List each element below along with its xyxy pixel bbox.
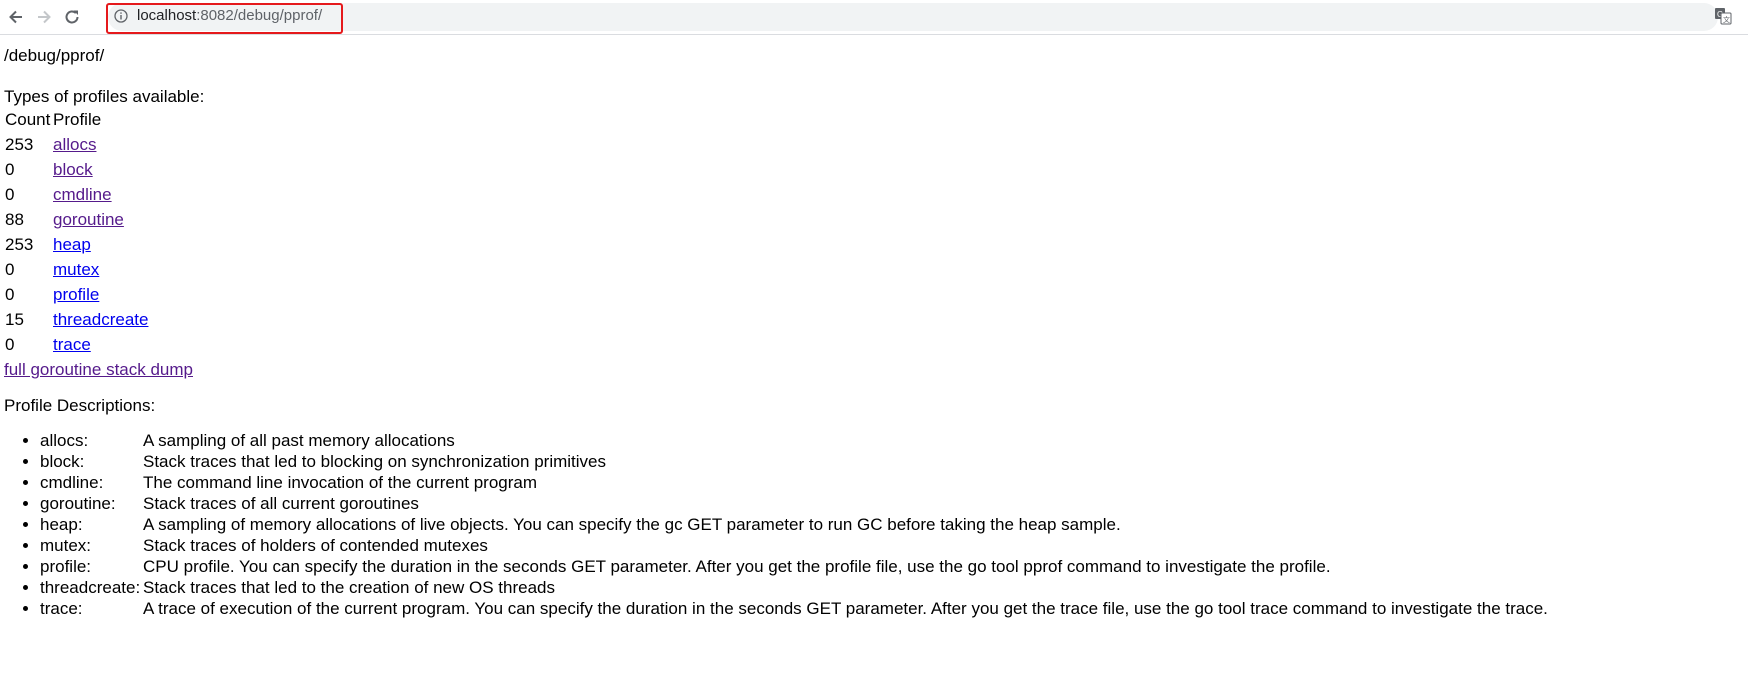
description-text: A sampling of all past memory allocation…: [143, 431, 455, 450]
address-bar[interactable]: [108, 3, 1718, 31]
table-row: 253 allocs: [5, 132, 148, 157]
description-text: CPU profile. You can specify the duratio…: [143, 557, 1331, 576]
forward-arrow-icon: [38, 10, 51, 24]
profile-header: Profile: [53, 110, 102, 129]
page-content: /debug/pprof/ Types of profiles availabl…: [0, 35, 1748, 676]
profile-link-mutex[interactable]: mutex: [53, 260, 99, 279]
table-row: 15 threadcreate: [5, 307, 148, 332]
profile-link-threadcreate[interactable]: threadcreate: [53, 310, 148, 329]
list-item: mutex: Stack traces of holders of contend…: [40, 535, 1548, 556]
url-highlight-box: [106, 3, 343, 34]
profile-count: 15: [5, 310, 24, 329]
description-name: mutex:: [40, 536, 92, 555]
descriptions-heading: Profile Descriptions:: [4, 396, 156, 415]
description-name: heap:: [40, 515, 83, 534]
description-name: profile:: [40, 557, 92, 576]
count-header: Count: [5, 110, 51, 129]
svg-text:文: 文: [1723, 15, 1730, 24]
profile-link-goroutine[interactable]: goroutine: [53, 210, 124, 229]
page-title: /debug/pprof/: [4, 46, 105, 65]
table-header-row: Count Profile: [5, 107, 148, 132]
profile-link-profile[interactable]: profile: [53, 285, 99, 304]
back-arrow-icon: [9, 10, 22, 24]
description-text: Stack traces of all current goroutines: [143, 494, 419, 513]
back-button[interactable]: [2, 3, 30, 31]
profile-count: 0: [5, 260, 15, 279]
description-text: Stack traces that led to the creation of…: [143, 578, 556, 597]
profile-count: 253: [5, 135, 34, 154]
profile-count: 88: [5, 210, 24, 229]
full-goroutine-dump-link[interactable]: full goroutine stack dump: [4, 359, 193, 380]
description-name: allocs:: [40, 431, 89, 450]
description-name: threadcreate:: [40, 578, 141, 597]
list-item: heap: A sampling of memory allocations of…: [40, 514, 1548, 535]
description-text: A sampling of memory allocations of live…: [143, 515, 1121, 534]
profile-link-heap[interactable]: heap: [53, 235, 91, 254]
table-row: 0 profile: [5, 282, 148, 307]
profile-count: 0: [5, 185, 15, 204]
browser-toolbar: localhost:8082/debug/pprof/ G 文: [0, 0, 1748, 35]
list-item: goroutine: Stack traces of all current go…: [40, 493, 1548, 514]
reload-button[interactable]: [58, 3, 86, 31]
profile-count: 253: [5, 235, 34, 254]
profile-count: 0: [5, 160, 15, 179]
reload-icon: [65, 10, 79, 24]
description-text: A trace of execution of the current prog…: [143, 599, 1548, 618]
table-row: 0 mutex: [5, 257, 148, 282]
forward-button[interactable]: [30, 3, 58, 31]
types-heading: Types of profiles available:: [4, 87, 205, 106]
list-item: block: Stack traces that led to blocking …: [40, 451, 1548, 472]
translate-icon[interactable]: G 文: [1714, 7, 1732, 25]
list-item: allocs: A sampling of all past memory all…: [40, 430, 1548, 451]
list-item: profile: CPU profile. You can specify the…: [40, 556, 1548, 577]
table-row: 253 heap: [5, 232, 148, 257]
description-text: The command line invocation of the curre…: [143, 473, 538, 492]
description-text: Stack traces that led to blocking on syn…: [143, 452, 607, 471]
profile-link-cmdline[interactable]: cmdline: [53, 185, 112, 204]
table-row: 0 cmdline: [5, 182, 148, 207]
descriptions-list: allocs: A sampling of all past memory all…: [0, 430, 1548, 619]
profile-link-block[interactable]: block: [53, 160, 93, 179]
description-name: block:: [40, 452, 85, 471]
list-item: cmdline: The command line invocation of t…: [40, 472, 1548, 493]
table-row: 0 block: [5, 157, 148, 182]
profiles-table: Count Profile 253 allocs 0 block 0 cmdli…: [3, 107, 150, 357]
list-item: trace: A trace of execution of the curren…: [40, 598, 1548, 619]
profile-link-allocs[interactable]: allocs: [53, 135, 96, 154]
table-row: 88 goroutine: [5, 207, 148, 232]
description-text: Stack traces of holders of contended mut…: [143, 536, 488, 555]
profile-count: 0: [5, 335, 15, 354]
profile-link-trace[interactable]: trace: [53, 335, 91, 354]
description-name: cmdline:: [40, 473, 104, 492]
list-item: threadcreate:Stack traces that led to th…: [40, 577, 1548, 598]
profile-count: 0: [5, 285, 15, 304]
description-name: goroutine:: [40, 494, 116, 513]
description-name: trace:: [40, 599, 83, 618]
table-row: 0 trace: [5, 332, 148, 357]
